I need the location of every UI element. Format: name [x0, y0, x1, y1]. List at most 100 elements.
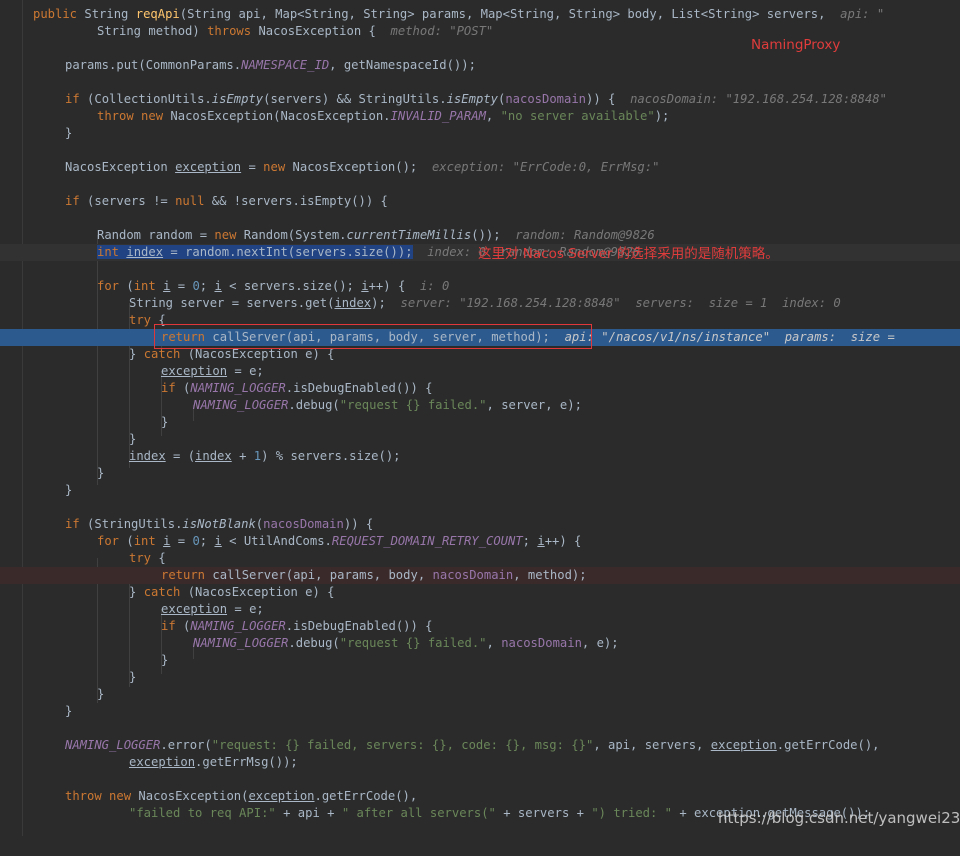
code-line[interactable]: public String reqApi(String api, Map<Str…: [0, 6, 960, 23]
code-editor[interactable]: public String reqApi(String api, Map<Str…: [0, 0, 960, 836]
loop-variable: i: [214, 279, 222, 293]
constant: NAMING_LOGGER: [65, 738, 161, 752]
code-text: (String api, Map<String, String> params,…: [179, 7, 826, 21]
keyword: null: [175, 194, 205, 208]
keyword: if: [161, 381, 176, 395]
code-line[interactable]: } catch (NacosException e) {: [0, 584, 960, 601]
code-line[interactable]: exception = e;: [0, 363, 960, 380]
variable: exception: [248, 789, 315, 803]
code-text: .error(: [160, 738, 212, 752]
code-line[interactable]: params.put(CommonParams.NAMESPACE_ID, ge…: [0, 57, 960, 74]
code-text: )) {: [343, 517, 374, 531]
code-text: .getErrMsg());: [195, 755, 298, 769]
code-text: + api +: [283, 806, 335, 820]
code-line[interactable]: }: [0, 125, 960, 142]
string-literal: "request {} failed.": [339, 398, 487, 412]
code-line[interactable]: }: [0, 652, 960, 669]
code-line[interactable]: }: [0, 703, 960, 720]
breakpoint-line[interactable]: return callServer(api, params, body, nac…: [0, 567, 960, 584]
string-literal: "request {} failed.": [339, 636, 487, 650]
variable: index: [195, 449, 232, 463]
code-text: ,: [486, 636, 494, 650]
closing-brace: }: [129, 670, 137, 684]
keyword: try: [129, 313, 152, 327]
code-line[interactable]: if (NAMING_LOGGER.isDebugEnabled()) {: [0, 380, 960, 397]
code-text: ;: [199, 534, 208, 548]
code-text: = random.nextInt(servers.size());: [170, 245, 413, 259]
inline-debug-value: server: "192.168.254.128:8848" servers: …: [400, 296, 841, 310]
code-text: Random random =: [97, 228, 208, 242]
closing-brace: }: [161, 653, 169, 667]
code-text: }: [129, 347, 137, 361]
highlight-box: [154, 324, 592, 349]
code-line[interactable]: }: [0, 414, 960, 431]
code-line[interactable]: NacosException exception = new NacosExce…: [0, 159, 960, 176]
code-text: NacosException {: [258, 24, 376, 38]
code-line[interactable]: if (CollectionUtils.isEmpty(servers) && …: [0, 91, 960, 108]
code-line[interactable]: NAMING_LOGGER.error("request: {} failed,…: [0, 737, 960, 754]
code-text: ());: [471, 228, 501, 242]
number-literal: 1: [253, 449, 262, 463]
code-line[interactable]: throw new NacosException(exception.getEr…: [0, 788, 960, 805]
code-text: < servers.size();: [229, 279, 354, 293]
field-ref: nacosDomain: [263, 517, 344, 531]
keyword: throw new: [65, 789, 132, 803]
code-text: (NacosException e) {: [187, 347, 335, 361]
code-text: (servers) && StringUtils.: [263, 92, 447, 106]
constant: NAMING_LOGGER: [193, 398, 289, 412]
code-line[interactable]: String server = servers.get(index); serv…: [0, 295, 960, 312]
code-line[interactable]: }: [0, 482, 960, 499]
code-line[interactable]: NAMING_LOGGER.debug("request {} failed."…: [0, 635, 960, 652]
class-name-annotation: NamingProxy: [751, 37, 841, 53]
inline-debug-value: nacosDomain: "192.168.254.128:8848": [630, 92, 887, 106]
code-line[interactable]: }: [0, 465, 960, 482]
code-line[interactable]: index = (index + 1) % servers.size();: [0, 448, 960, 465]
code-text: .debug(: [288, 636, 340, 650]
strategy-annotation: 这里对 Nacos Server 的选择采用的是随机策略。: [478, 246, 779, 262]
code-line[interactable]: for (int i = 0; i < UtilAndComs.REQUEST_…: [0, 533, 960, 550]
field-ref: nacosDomain: [501, 636, 582, 650]
keyword: throws: [207, 24, 252, 38]
inline-debug-value: api: "/nacos/v1/ns/instance" params: siz…: [564, 330, 895, 344]
code-text: String server = servers.get(: [129, 296, 335, 310]
code-text: .getErrCode(),: [776, 738, 880, 752]
keyword: int: [133, 279, 156, 293]
closing-brace: }: [129, 432, 137, 446]
keyword: if: [65, 92, 80, 106]
code-text: NacosException(NacosException.: [170, 109, 391, 123]
code-line[interactable]: for (int i = 0; i < servers.size(); i++)…: [0, 278, 960, 295]
code-line[interactable]: throw new NacosException(NacosException.…: [0, 108, 960, 125]
string-literal: " after all servers(": [341, 806, 496, 820]
constant: INVALID_PARAM: [390, 109, 486, 123]
code-line[interactable]: exception = e;: [0, 601, 960, 618]
code-line[interactable]: exception.getErrMsg());: [0, 754, 960, 771]
string-literal: "no server available": [500, 109, 655, 123]
number-literal: 0: [192, 279, 200, 293]
keyword: catch: [143, 585, 181, 599]
code-text: (: [126, 279, 134, 293]
code-line[interactable]: NAMING_LOGGER.debug("request {} failed."…: [0, 397, 960, 414]
code-text: NacosException: [65, 160, 168, 174]
closing-brace: }: [65, 704, 73, 718]
constant: REQUEST_DOMAIN_RETRY_COUNT: [331, 534, 523, 548]
code-line[interactable]: }: [0, 669, 960, 686]
number-literal: 0: [192, 534, 200, 548]
code-text: (NacosException e) {: [187, 585, 335, 599]
closing-brace: }: [97, 466, 105, 480]
code-line[interactable]: }: [0, 686, 960, 703]
code-line[interactable]: if (StringUtils.isNotBlank(nacosDomain))…: [0, 516, 960, 533]
code-text: (StringUtils.: [87, 517, 183, 531]
code-line[interactable]: try {: [0, 550, 960, 567]
code-line[interactable]: }: [0, 431, 960, 448]
keyword: if: [65, 517, 80, 531]
code-line[interactable]: if (NAMING_LOGGER.isDebugEnabled()) {: [0, 618, 960, 635]
keyword: new: [214, 228, 237, 242]
code-text: {: [158, 551, 166, 565]
constant: NAMING_LOGGER: [190, 619, 286, 633]
loop-variable: i: [361, 279, 369, 293]
variable: exception: [161, 602, 228, 616]
code-line[interactable]: if (servers != null && !servers.isEmpty(…: [0, 193, 960, 210]
code-text: .getErrCode(),: [314, 789, 418, 803]
code-text: .isDebugEnabled()) {: [285, 619, 433, 633]
constant: NAMESPACE_ID: [241, 58, 330, 72]
